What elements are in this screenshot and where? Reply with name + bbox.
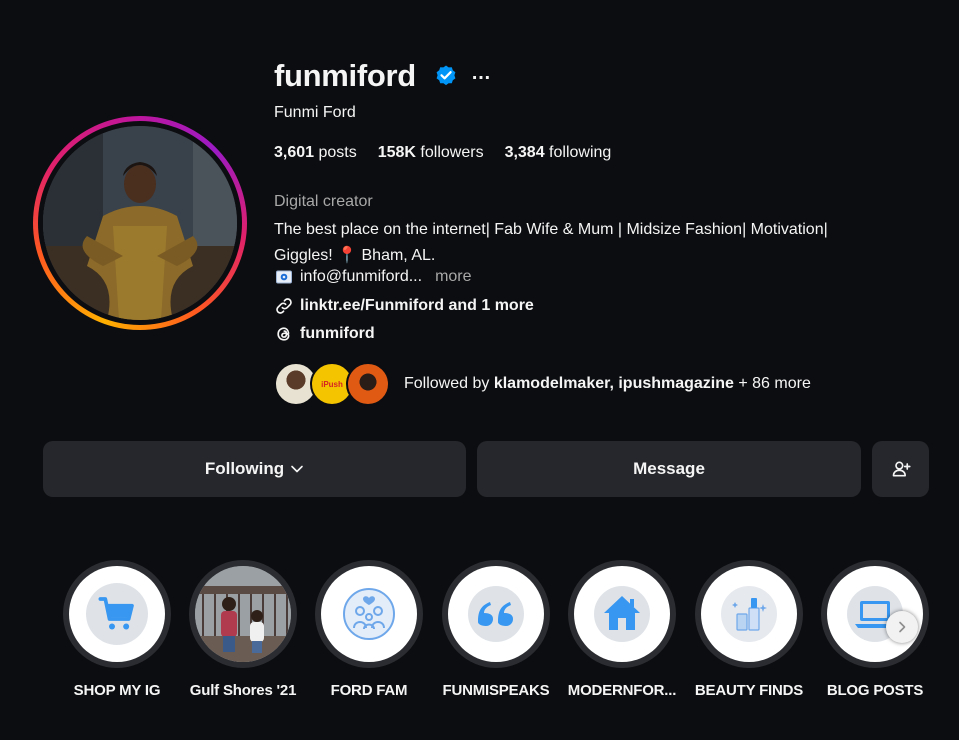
message-button-label: Message: [633, 459, 705, 478]
highlight-cover: [69, 566, 165, 662]
highlight-ring: [568, 560, 676, 668]
followers-stat[interactable]: 158K followers: [378, 144, 484, 162]
cart-icon-bg: [86, 583, 148, 645]
link-icon: [276, 298, 292, 314]
followed-by-prefix: Followed by: [404, 375, 494, 392]
profile-avatar-ring[interactable]: [33, 116, 247, 330]
mailbox-icon: [276, 270, 292, 284]
profile-category: Digital creator: [274, 193, 373, 210]
highlight-label: BLOG POSTS: [826, 682, 924, 699]
chevron-down-icon: [291, 465, 303, 473]
posts-stat: 3,601 posts: [274, 144, 357, 162]
followed-by[interactable]: iPush Followed by klamodelmaker, ipushma…: [274, 362, 811, 406]
family-icon: [343, 588, 395, 640]
followers-count: 158K: [377, 144, 416, 161]
followed-by-suffix: + 86 more: [733, 375, 811, 392]
bio-email: info@funmiford...: [300, 268, 423, 285]
suggested-users-button[interactable]: [872, 441, 929, 497]
following-stat[interactable]: 3,384 following: [505, 144, 612, 162]
verified-badge-icon: [436, 65, 456, 86]
bio-email-row: info@funmiford... more: [276, 268, 472, 286]
highlight-label: FUNMISPEAKS: [442, 682, 550, 699]
profile-full-name: Funmi Ford: [274, 104, 356, 121]
more-options-icon[interactable]: …: [471, 62, 492, 85]
threads-handle: funmiford: [300, 325, 375, 342]
followers-label: followers: [415, 144, 484, 161]
highlight-beauty-finds[interactable]: BEAUTY FINDS: [694, 560, 804, 699]
highlight-label: Gulf Shores '21: [189, 682, 297, 699]
highlight-label: MODERNFOR...: [567, 682, 677, 699]
avatar-photo-figure: [43, 126, 237, 320]
add-user-icon: [892, 461, 911, 477]
photo-children-cover: [195, 566, 291, 662]
followed-by-names: klamodelmaker, ipushmagazine: [493, 375, 734, 392]
highlight-cover: [195, 566, 291, 662]
highlight-label: FORD FAM: [330, 682, 408, 699]
highlights-next-button[interactable]: [886, 611, 918, 643]
quote-icon: [468, 586, 524, 642]
highlight-shop-my-ig[interactable]: SHOP MY IG: [62, 560, 172, 699]
beauty-icon: [721, 586, 777, 642]
highlight-ring: [821, 560, 929, 668]
home-icon: [594, 586, 650, 642]
mutual-avatar-2-logo: iPush: [321, 379, 343, 389]
mutual-avatar-3: [346, 362, 390, 406]
highlight-cover: [448, 566, 544, 662]
highlight-ford-fam[interactable]: FORD FAM: [314, 560, 424, 699]
bio-line-2: Giggles! 📍 Bham, AL.: [274, 247, 436, 264]
highlight-ring: [442, 560, 550, 668]
highlight-cover: [321, 566, 417, 662]
highlight-gulf-shores[interactable]: Gulf Shores '21: [188, 560, 298, 699]
threads-link[interactable]: funmiford: [274, 324, 375, 344]
posts-label: posts: [314, 144, 357, 161]
highlight-ring: [189, 560, 297, 668]
highlight-ring: [63, 560, 171, 668]
message-button[interactable]: Message: [477, 441, 861, 497]
profile-username[interactable]: funmiford: [274, 58, 416, 94]
followed-by-text: Followed by klamodelmaker, ipushmagazine…: [404, 375, 811, 393]
highlight-cover: [701, 566, 797, 662]
threads-icon: [277, 327, 290, 341]
highlight-ring: [695, 560, 803, 668]
external-link-text: linktr.ee/Funmiford and 1 more: [300, 297, 534, 314]
cart-icon: [98, 597, 134, 630]
highlight-modernfor[interactable]: MODERNFOR...: [567, 560, 677, 699]
posts-count: 3,601: [274, 144, 315, 161]
chevron-right-icon: [899, 621, 906, 633]
highlight-funmispeaks[interactable]: FUNMISPEAKS: [441, 560, 551, 699]
profile-avatar[interactable]: [43, 126, 237, 320]
highlight-cover: [574, 566, 670, 662]
external-link[interactable]: linktr.ee/Funmiford and 1 more: [274, 296, 534, 316]
bio-line-1: The best place on the internet| Fab Wife…: [274, 221, 828, 238]
highlight-label: SHOP MY IG: [73, 682, 161, 699]
following-count: 3,384: [504, 144, 545, 161]
following-button-label: Following: [204, 459, 285, 478]
following-button[interactable]: Following: [43, 441, 466, 497]
highlight-ring: [315, 560, 423, 668]
bio-more-link[interactable]: more: [435, 268, 471, 286]
following-label: following: [544, 144, 612, 161]
highlight-label: BEAUTY FINDS: [694, 682, 804, 699]
profile-stats: 3,601 posts 158K followers 3,384 followi…: [274, 144, 611, 162]
